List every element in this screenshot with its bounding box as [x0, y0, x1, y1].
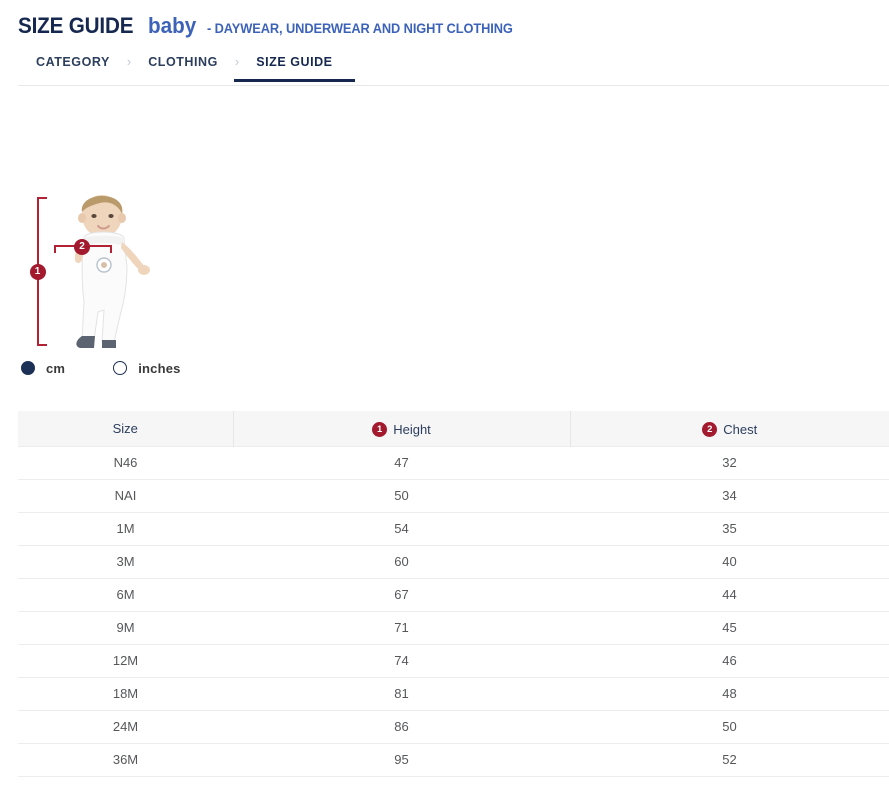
- column-header-height: 1 Height: [233, 411, 570, 446]
- table-row: N464732: [18, 446, 889, 479]
- breadcrumb-item-clothing[interactable]: CLOTHING: [148, 55, 218, 82]
- cell-height: 47: [233, 446, 570, 479]
- breadcrumb-item-category[interactable]: CATEGORY: [36, 55, 110, 82]
- cell-chest: 48: [570, 677, 889, 710]
- table-row: 24M8650: [18, 710, 889, 743]
- table-row: NAI5034: [18, 479, 889, 512]
- column-header-size-label: Size: [113, 421, 138, 436]
- cell-height: 54: [233, 512, 570, 545]
- cell-height: 50: [233, 479, 570, 512]
- column-header-size: Size: [18, 411, 233, 446]
- cell-height: 86: [233, 710, 570, 743]
- cell-chest: 32: [570, 446, 889, 479]
- cell-height: 74: [233, 644, 570, 677]
- unit-option-cm[interactable]: cm: [21, 361, 65, 376]
- breadcrumb-item-size-guide[interactable]: SIZE GUIDE: [256, 55, 332, 82]
- chevron-right-icon: ›: [235, 55, 239, 82]
- cell-size: 6M: [18, 578, 233, 611]
- radio-cm-icon[interactable]: [21, 361, 35, 375]
- page-title-tail: - DAYWEAR, UNDERWEAR AND NIGHT CLOTHING: [207, 21, 513, 36]
- unit-selector: cm inches: [21, 358, 181, 378]
- column-badge-2: 2: [702, 422, 717, 437]
- table-row: 3M6040: [18, 545, 889, 578]
- cell-chest: 40: [570, 545, 889, 578]
- cell-height: 71: [233, 611, 570, 644]
- size-table-header: Size 1 Height 2 Chest: [18, 411, 889, 446]
- page-title: SIZE GUIDE baby - DAYWEAR, UNDERWEAR AND…: [0, 0, 889, 39]
- cell-height: 60: [233, 545, 570, 578]
- cell-height: 67: [233, 578, 570, 611]
- table-row: 1M5435: [18, 512, 889, 545]
- page-title-highlight: baby: [148, 13, 196, 39]
- table-row: 12M7446: [18, 644, 889, 677]
- cell-size: 36M: [18, 743, 233, 776]
- cell-chest: 46: [570, 644, 889, 677]
- cell-size: NAI: [18, 479, 233, 512]
- cell-chest: 45: [570, 611, 889, 644]
- table-row: 18M8148: [18, 677, 889, 710]
- size-table: Size 1 Height 2 Chest N464732NAI5034: [18, 411, 889, 777]
- cell-chest: 35: [570, 512, 889, 545]
- measure-badge-2: 2: [74, 239, 90, 255]
- cell-size: 24M: [18, 710, 233, 743]
- chest-measure-tick-right: [110, 245, 112, 253]
- cell-size: 12M: [18, 644, 233, 677]
- height-measure-cap-bottom: [37, 344, 47, 346]
- cell-chest: 52: [570, 743, 889, 776]
- measurement-illustration: 1 2: [0, 120, 320, 360]
- cell-size: 3M: [18, 545, 233, 578]
- chest-measure-tick-left: [54, 245, 56, 253]
- unit-label-inches: inches: [138, 361, 180, 376]
- breadcrumb: CATEGORY › CLOTHING › SIZE GUIDE: [0, 50, 889, 86]
- size-table-body: N464732NAI50341M54353M60406M67449M714512…: [18, 446, 889, 776]
- cell-height: 81: [233, 677, 570, 710]
- measure-badge-1: 1: [30, 264, 46, 280]
- page-title-main: SIZE GUIDE: [18, 13, 133, 39]
- table-row: 6M6744: [18, 578, 889, 611]
- table-row: 36M9552: [18, 743, 889, 776]
- chevron-right-icon: ›: [127, 55, 131, 82]
- size-guide-page: SIZE GUIDE baby - DAYWEAR, UNDERWEAR AND…: [0, 0, 889, 791]
- baby-photo-icon: [58, 190, 168, 350]
- cell-height: 95: [233, 743, 570, 776]
- radio-inches-icon[interactable]: [113, 361, 127, 375]
- cell-size: N46: [18, 446, 233, 479]
- column-badge-1: 1: [372, 422, 387, 437]
- column-header-chest-label: Chest: [723, 422, 757, 437]
- unit-label-cm: cm: [46, 361, 65, 376]
- column-header-height-label: Height: [393, 422, 431, 437]
- cell-size: 18M: [18, 677, 233, 710]
- unit-option-inches[interactable]: inches: [113, 361, 180, 376]
- table-row: 9M7145: [18, 611, 889, 644]
- table-header-row: Size 1 Height 2 Chest: [18, 411, 889, 446]
- cell-chest: 34: [570, 479, 889, 512]
- column-header-chest: 2 Chest: [570, 411, 889, 446]
- cell-chest: 50: [570, 710, 889, 743]
- breadcrumb-divider: [18, 85, 889, 86]
- cell-size: 9M: [18, 611, 233, 644]
- cell-size: 1M: [18, 512, 233, 545]
- height-measure-cap-top: [37, 197, 47, 199]
- baby-figure: 1 2: [28, 190, 198, 350]
- cell-chest: 44: [570, 578, 889, 611]
